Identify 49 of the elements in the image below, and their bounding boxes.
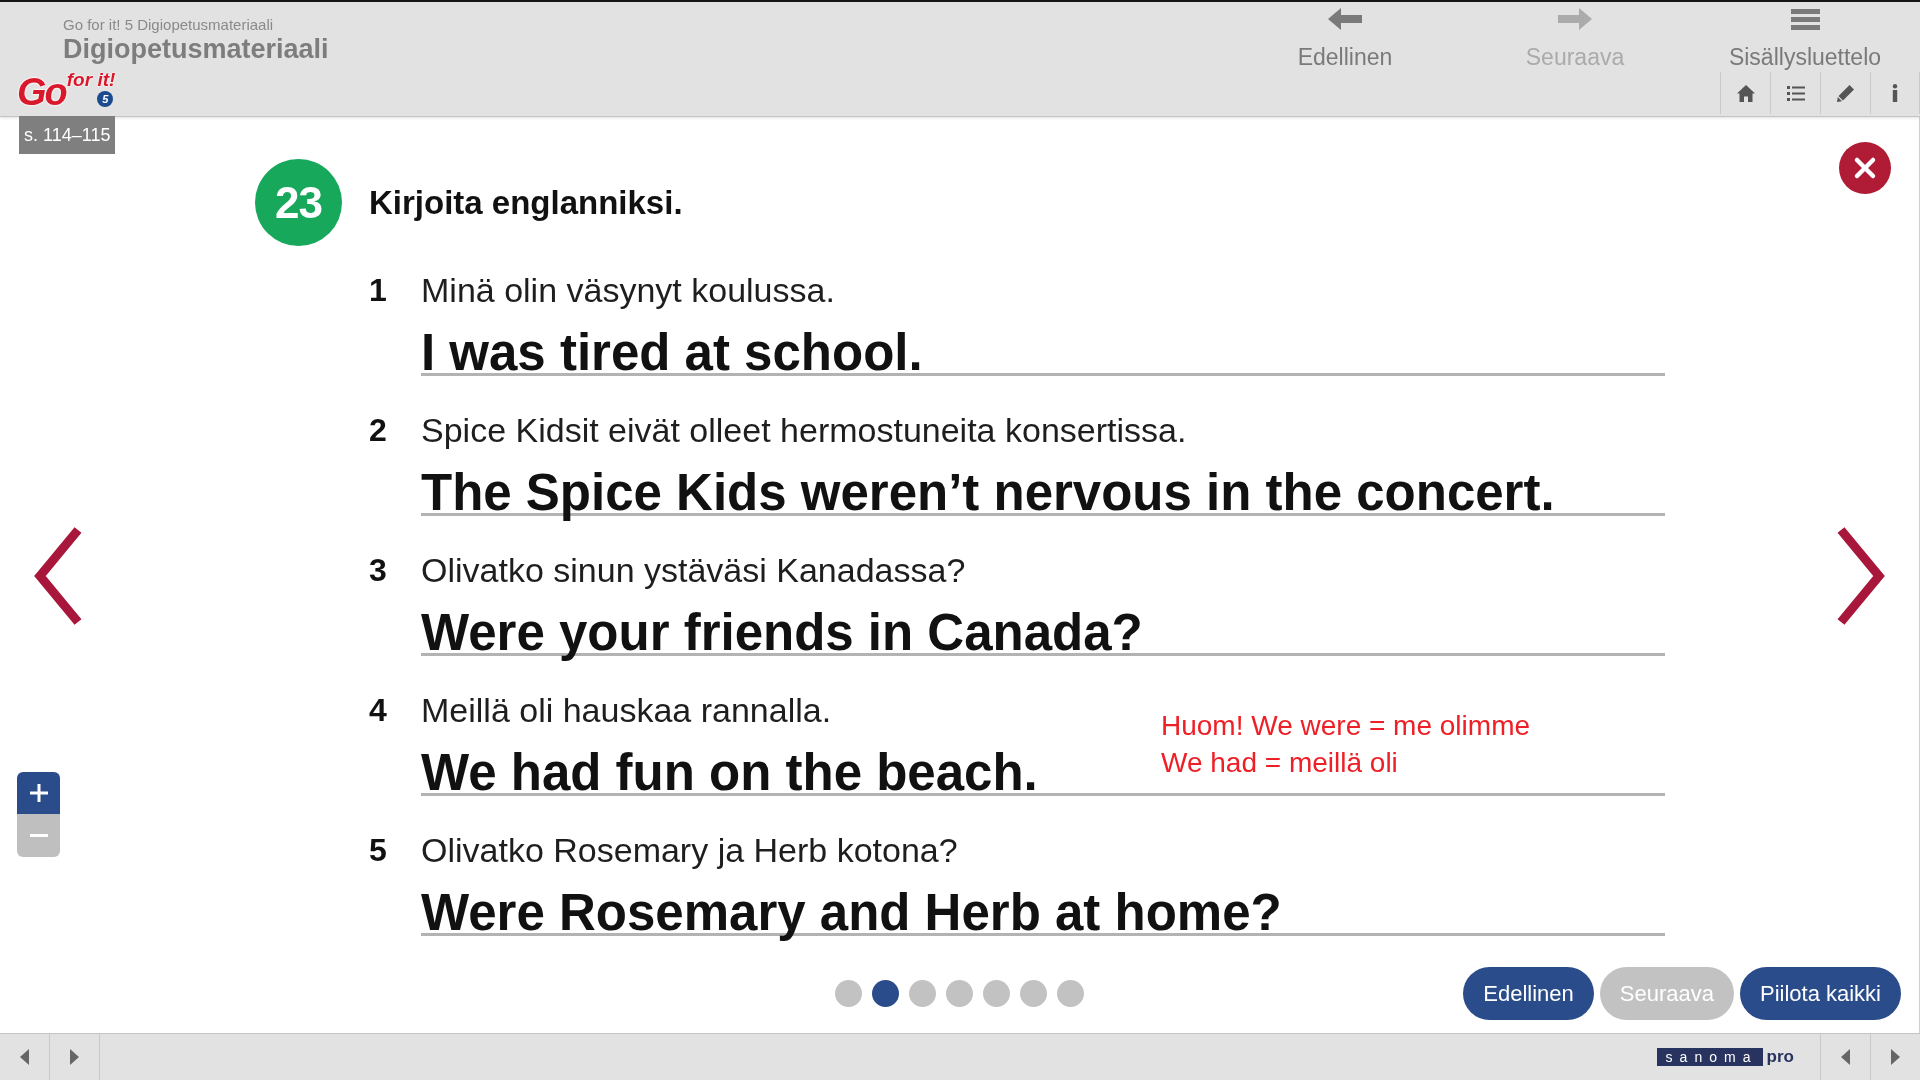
answer-text: Were Rosemary and Herb at home? bbox=[421, 884, 1282, 942]
contents-button[interactable]: Sisällysluettelo bbox=[1690, 2, 1920, 72]
left-triangle-icon bbox=[20, 1049, 29, 1065]
left-triangle-icon bbox=[1841, 1049, 1850, 1065]
book-subtitle: Go for it! 5 Digiopetusmateriaali bbox=[63, 16, 274, 34]
note-text: We had = meillä oli bbox=[1161, 746, 1398, 780]
page-range-label: s. 114–115 bbox=[19, 116, 116, 154]
action-button[interactable]: Edellinen bbox=[1463, 967, 1594, 1020]
question-text: Minä olin väsynyt koulussa. bbox=[421, 270, 835, 310]
answer-text: We had fun on the beach. bbox=[421, 744, 1038, 802]
plus-icon bbox=[29, 784, 48, 802]
edition-badge: 5 bbox=[97, 91, 114, 107]
minus-icon bbox=[29, 834, 48, 837]
close-icon[interactable] bbox=[1839, 142, 1891, 194]
question-text: Spice Kidsit eivät olleet hermostuneita konsertissa. bbox=[421, 410, 1187, 450]
menu-icon bbox=[1790, 8, 1820, 30]
item-number: 1 bbox=[369, 271, 387, 310]
answer-text: The Spice Kids weren’t nervous in the concert. bbox=[421, 464, 1555, 522]
answer-text: Were your friends in Canada? bbox=[421, 604, 1143, 662]
list-icon bbox=[1786, 85, 1805, 101]
item-number: 5 bbox=[369, 831, 387, 870]
exercise-number: 23 bbox=[255, 159, 342, 246]
question-text: Olivatko Rosemary ja Herb kotona? bbox=[421, 830, 958, 870]
brand-suffix: pro bbox=[1766, 1048, 1794, 1066]
left-chevron-icon[interactable] bbox=[33, 527, 82, 625]
home-icon bbox=[1736, 84, 1755, 102]
logo-tagline: for it! bbox=[66, 69, 116, 90]
action-button[interactable]: Piilota kaikki bbox=[1739, 967, 1901, 1020]
question-text: Meillä oli hauskaa rannalla. bbox=[421, 690, 832, 730]
item-number: 2 bbox=[369, 411, 387, 450]
info-icon bbox=[1892, 84, 1898, 102]
question-text: Olivatko sinun ystäväsi Kanadassa? bbox=[421, 550, 966, 590]
answer-text: I was tired at school. bbox=[421, 324, 923, 382]
note-text: Huom! We were = me olimme bbox=[1161, 709, 1531, 743]
item-number: 4 bbox=[369, 691, 387, 730]
item-number: 3 bbox=[369, 551, 387, 590]
info-button[interactable] bbox=[1870, 72, 1920, 114]
zoom-in-button[interactable] bbox=[17, 772, 60, 814]
pencil-icon bbox=[1837, 84, 1854, 102]
right-triangle-icon bbox=[1891, 1049, 1900, 1065]
previous-button[interactable]: Edellinen bbox=[1230, 2, 1460, 72]
right-triangle-icon bbox=[70, 1049, 79, 1065]
left-arrow-icon bbox=[1328, 8, 1362, 30]
right-arrow-icon bbox=[1558, 8, 1592, 30]
logo-wordmark: Go bbox=[17, 72, 66, 112]
right-chevron-icon[interactable] bbox=[1837, 527, 1886, 625]
app-title: Digiopetusmateriaali bbox=[63, 34, 329, 64]
brand-wordmark: sanoma bbox=[1656, 1048, 1763, 1066]
exercise-title: Kirjoita englanniksi. bbox=[369, 182, 683, 223]
